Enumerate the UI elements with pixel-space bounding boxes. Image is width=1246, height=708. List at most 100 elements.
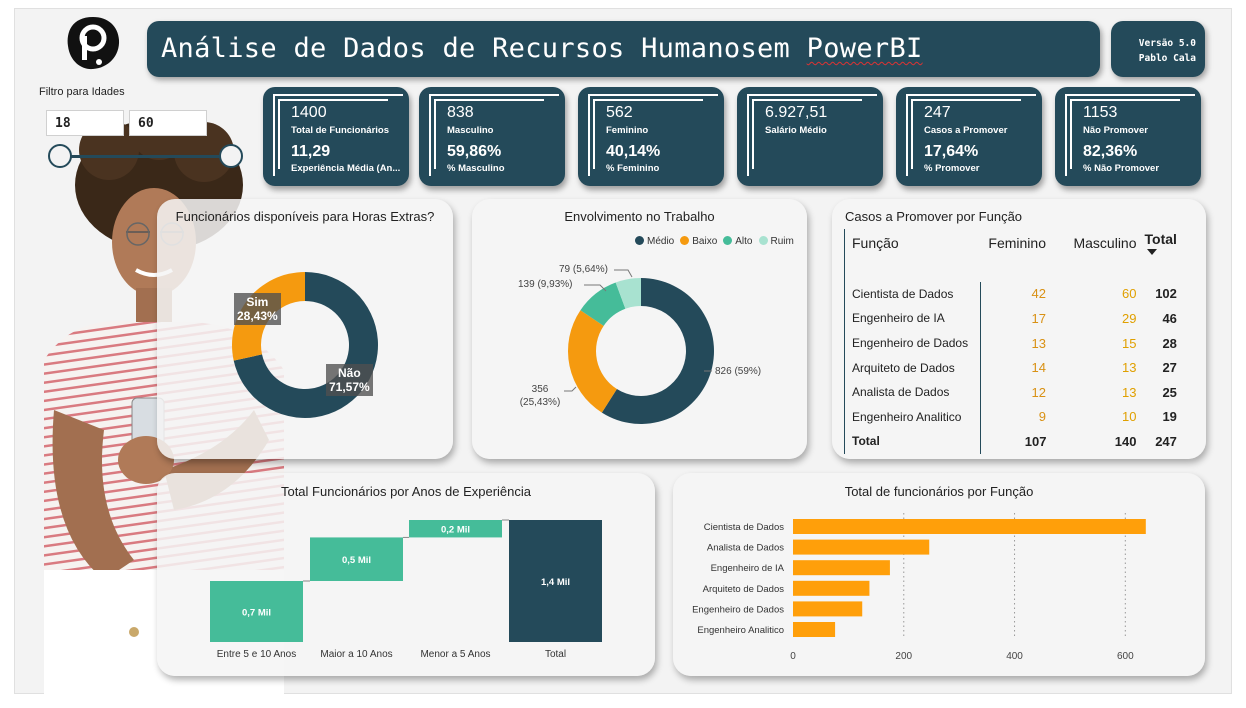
slice-value: 28,43% [237, 309, 278, 323]
version-box: Versão 5.0 Pablo Cala [1111, 21, 1205, 77]
kpi-value: 247 [924, 104, 951, 121]
y-tick-label: Engenheiro Analitico [697, 625, 784, 636]
cell-masculino: 15 [1122, 335, 1137, 351]
column-header-feminino[interactable]: Feminino [981, 229, 1051, 257]
overtime-donut-card[interactable]: Funcionários disponíveis para Horas Extr… [157, 199, 453, 459]
sort-descending-icon [1146, 249, 1157, 255]
kpi-salario-medio: 6.927,51 Salário Médio [737, 87, 883, 186]
cell-feminino: 107 [1024, 433, 1047, 449]
kpi-value-secondary: 59,86% [447, 143, 502, 160]
bar[interactable] [793, 622, 836, 637]
slice-category: Sim [246, 295, 269, 309]
bar-data-label: 0,5 Mil [342, 555, 371, 566]
kpi-value: 562 [606, 104, 633, 121]
kpi-label: Feminino [606, 125, 649, 136]
table-row[interactable]: Engenheiro Analitico 9 10 19 [844, 404, 1181, 430]
title-text: Análise de Dados de Recursos Humanos [161, 33, 757, 64]
cell-total: 247 [1155, 433, 1177, 449]
kpi-label: Total de Funcionários [291, 125, 389, 136]
cell-funcao: Arquiteto de Dados [844, 355, 981, 380]
engagement-donut-svg [564, 269, 714, 424]
column-header-funcao[interactable]: Função [844, 229, 981, 257]
age-max-input[interactable]: 60 [129, 110, 207, 136]
promotion-matrix-card[interactable]: Casos a Promover por Função Função Femin… [832, 199, 1206, 459]
kpi-feminino: 562 Feminino 40,14% % Feminino [578, 87, 724, 186]
kpi-nao-promover: 1153 Não Promover 82,36% % Não Promover [1055, 87, 1201, 186]
cell-masculino: 60 [1122, 286, 1137, 302]
y-tick-label: Engenheiro de Dados [692, 604, 784, 615]
kpi-value-secondary: 11,29 [291, 143, 331, 160]
x-tick-label: Maior a 10 Anos [320, 649, 392, 660]
cell-feminino: 9 [1038, 409, 1046, 425]
kpi-label-secondary: % Masculino [447, 163, 505, 174]
cell-masculino: 13 [1122, 360, 1137, 376]
cell-feminino: 14 [1031, 360, 1046, 376]
waterfall-chart-svg: 0,7 Mil Entre 5 e 10 Anos 0,5 Mil Maior a 1… [210, 519, 602, 660]
bar-data-label: 1,4 Mil [541, 577, 570, 588]
cell-total: 102 [1155, 286, 1177, 302]
cell-feminino: 42 [1031, 286, 1046, 302]
x-tick-label: Menor a 5 Anos [420, 649, 490, 660]
x-tick-label: 400 [1006, 651, 1023, 662]
kpi-label-secondary: % Feminino [606, 163, 660, 174]
kpi-value: 1153 [1083, 104, 1118, 121]
table-row[interactable]: Cientista de Dados 42 60 102 [844, 281, 1181, 307]
y-tick-label: Engenheiro de IA [711, 563, 785, 574]
table-row[interactable]: Analista de Dados 12 13 25 [844, 379, 1181, 405]
slice-label-baixo: 356 (25,43%) [516, 383, 564, 409]
age-filter-label: Filtro para Idades [39, 86, 125, 98]
column-header-total[interactable]: Total [1141, 229, 1181, 257]
y-tick-label: Analista de Dados [707, 543, 784, 554]
slice-value: 356 [531, 384, 549, 395]
bar[interactable] [793, 539, 930, 555]
table-row[interactable]: Engenheiro de Dados 13 15 28 [844, 330, 1181, 356]
cell-funcao: Engenheiro Analitico [844, 404, 981, 430]
report-title: Análise de Dados de Recursos Humanosem P… [147, 21, 1100, 77]
donut-label-nao: Não 71,57% [326, 364, 373, 396]
age-slider-max-handle[interactable] [219, 144, 243, 168]
table-row[interactable]: Engenheiro de IA 17 29 46 [844, 306, 1181, 331]
cell-total: 46 [1162, 310, 1177, 326]
cell-funcao: Total [844, 429, 981, 454]
x-tick-label: 600 [1117, 651, 1134, 662]
kpi-value-secondary: 17,64% [924, 143, 979, 160]
bar[interactable] [793, 601, 863, 617]
kpi-value: 6.927,51 [765, 104, 828, 121]
kpi-value-secondary: 40,14% [606, 143, 661, 160]
y-tick-label: Cientista de Dados [704, 522, 785, 533]
column-header-label: Total [1144, 231, 1177, 247]
donut-label-sim: Sim 28,43% [234, 293, 281, 325]
cell-feminino: 17 [1031, 310, 1046, 326]
cell-total: 19 [1162, 409, 1177, 425]
age-slider-track[interactable] [60, 155, 231, 158]
bar-data-label: 0,7 Mil [242, 608, 271, 619]
donut-slice-baixo[interactable] [568, 310, 617, 413]
cell-total: 27 [1162, 360, 1177, 376]
cell-feminino: 12 [1031, 384, 1046, 400]
engagement-donut-card[interactable]: Envolvimento no Trabalho Médio Baixo Alt… [472, 199, 807, 459]
bar[interactable] [793, 580, 870, 596]
cell-funcao: Cientista de Dados [844, 281, 981, 307]
kpi-value: 838 [447, 104, 474, 121]
cell-total: 28 [1162, 335, 1177, 351]
experience-waterfall-card[interactable]: Total Funcionários por Anos de Experiênc… [157, 473, 655, 676]
table-total-row[interactable]: Total 107 140 247 [844, 429, 1181, 454]
kpi-value-secondary: 82,36% [1083, 143, 1138, 160]
age-slider-min-handle[interactable] [48, 144, 72, 168]
x-tick-label: 0 [790, 651, 796, 662]
kpi-masculino: 838 Masculino 59,86% % Masculino [419, 87, 565, 186]
kpi-label: Masculino [447, 125, 494, 136]
bar[interactable] [793, 519, 1146, 534]
cell-masculino: 10 [1122, 409, 1137, 425]
role-bar-chart-svg: Cientista de Dados Analista de Dados Engen… [692, 513, 1146, 662]
role-bar-chart-card[interactable]: Total de funcionários por Função Cientis… [673, 473, 1205, 676]
cell-masculino: 29 [1122, 310, 1137, 326]
age-min-input[interactable]: 18 [46, 110, 124, 136]
kpi-label: Salário Médio [765, 125, 827, 136]
column-header-masculino[interactable]: Masculino [1051, 229, 1141, 257]
cell-masculino: 13 [1122, 384, 1137, 400]
cell-total: 25 [1162, 384, 1177, 400]
kpi-label: Não Promover [1083, 125, 1148, 136]
bar[interactable] [793, 560, 890, 576]
table-row[interactable]: Arquiteto de Dados 14 13 27 [844, 355, 1181, 380]
